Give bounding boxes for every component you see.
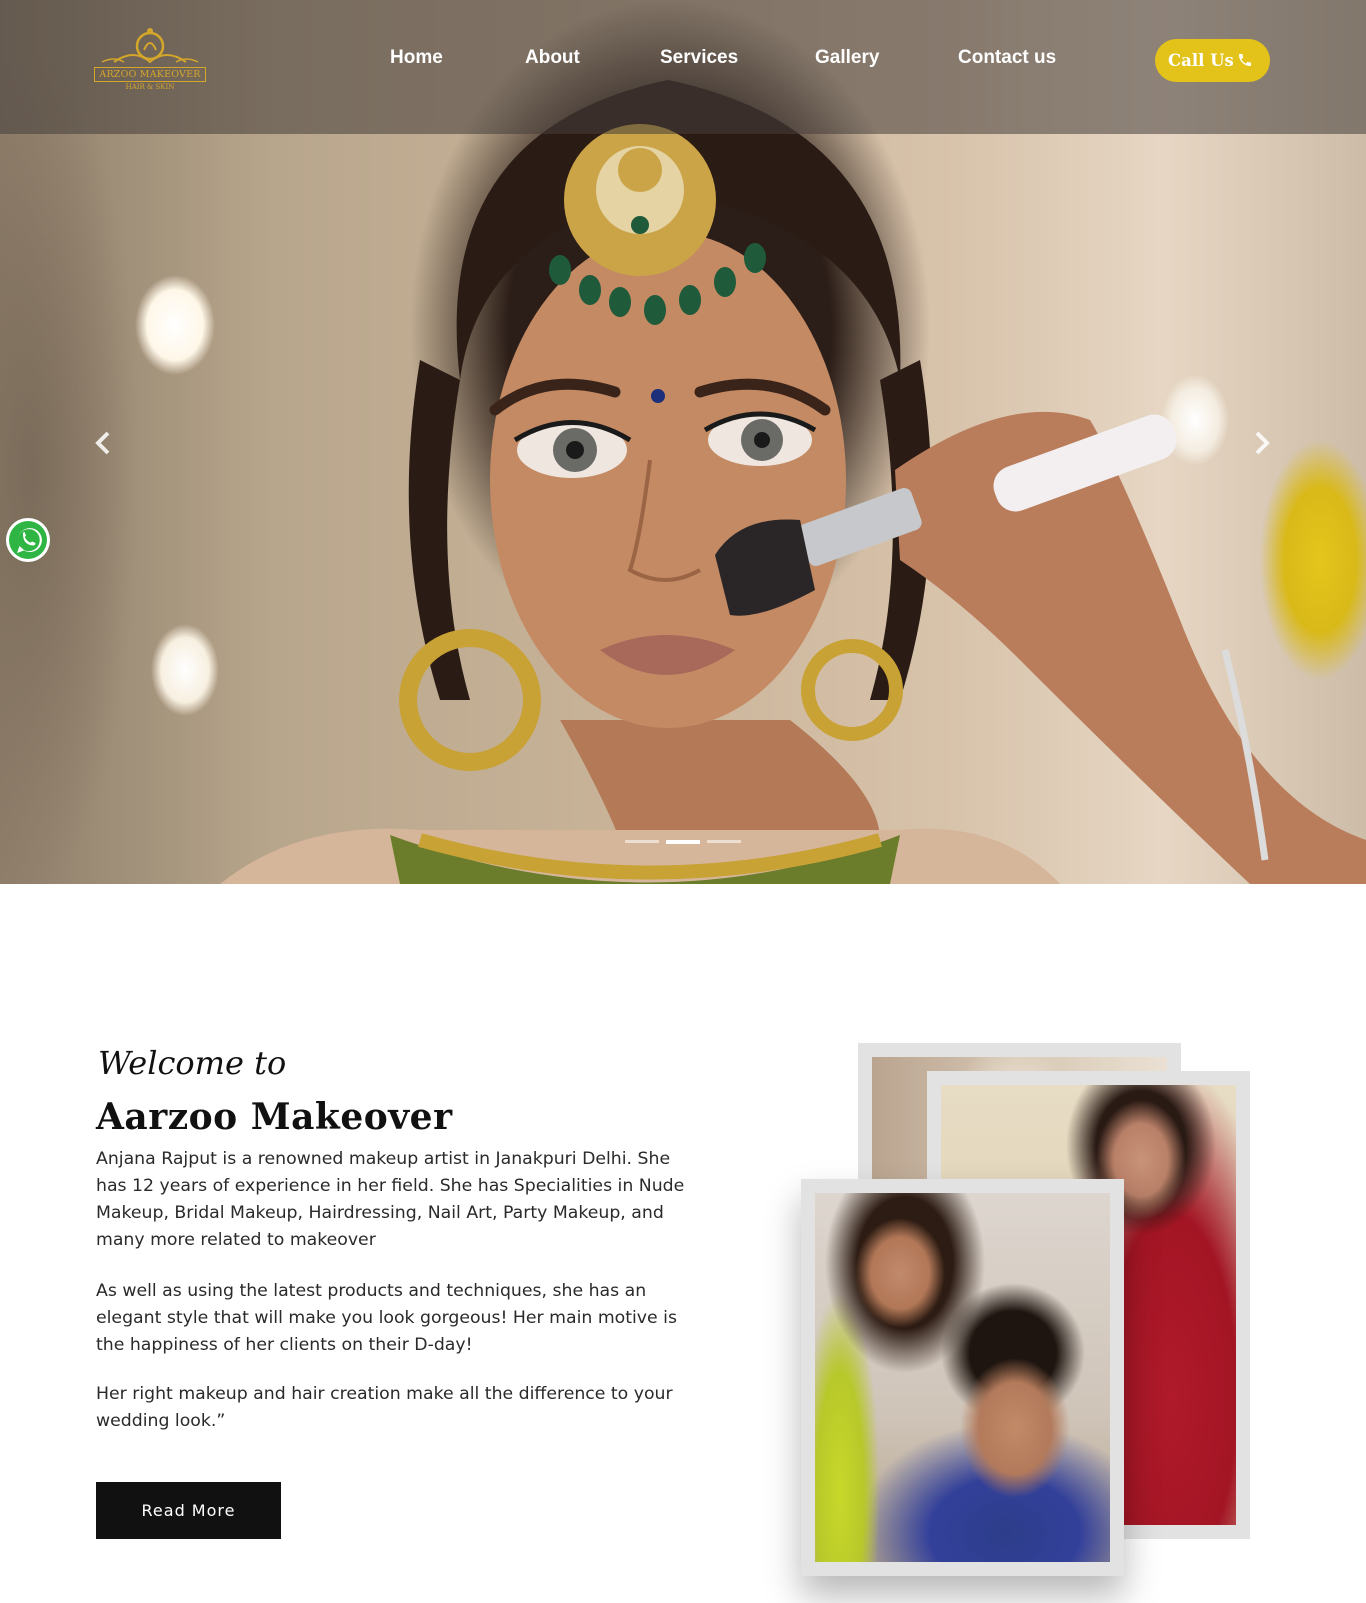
nav-services[interactable]: Services [660,47,738,69]
site-header: ARZOO MAKEOVER HAIR & SKIN Home About Se… [0,0,1366,134]
about-paragraph-3: Her right makeup and hair creation make … [96,1384,673,1431]
carousel-indicator-active[interactable] [666,840,700,844]
read-more-button[interactable]: Read More [96,1482,281,1539]
carousel-indicators [625,840,741,844]
phone-icon [1239,54,1251,66]
brand-title: Aarzoo Makeover [96,1096,453,1138]
logo-subtitle: HAIR & SKIN [125,83,175,91]
nav-gallery[interactable]: Gallery [815,47,879,69]
nav-contact-us[interactable]: Contact us [958,47,1056,69]
call-us-button[interactable]: Call Us [1155,39,1270,82]
hero-carousel: ARZOO MAKEOVER HAIR & SKIN Home About Se… [0,0,1366,884]
carousel-indicator[interactable] [707,840,741,843]
photo-frame-front [801,1179,1124,1576]
about-paragraph-1: Anjana Rajput is a renowned makeup artis… [96,1149,685,1250]
chevron-left-icon[interactable] [93,430,113,456]
about-paragraph-2: As well as using the latest products and… [96,1281,677,1355]
nav-home[interactable]: Home [390,47,443,69]
carousel-indicator[interactable] [625,840,659,843]
chevron-right-icon[interactable] [1252,430,1272,456]
nav-about[interactable]: About [525,47,580,69]
whatsapp-icon[interactable] [4,516,52,564]
welcome-heading: Welcome to [98,1044,287,1082]
call-us-label: Call Us [1168,51,1234,70]
artist-with-bride-photo [815,1193,1110,1562]
